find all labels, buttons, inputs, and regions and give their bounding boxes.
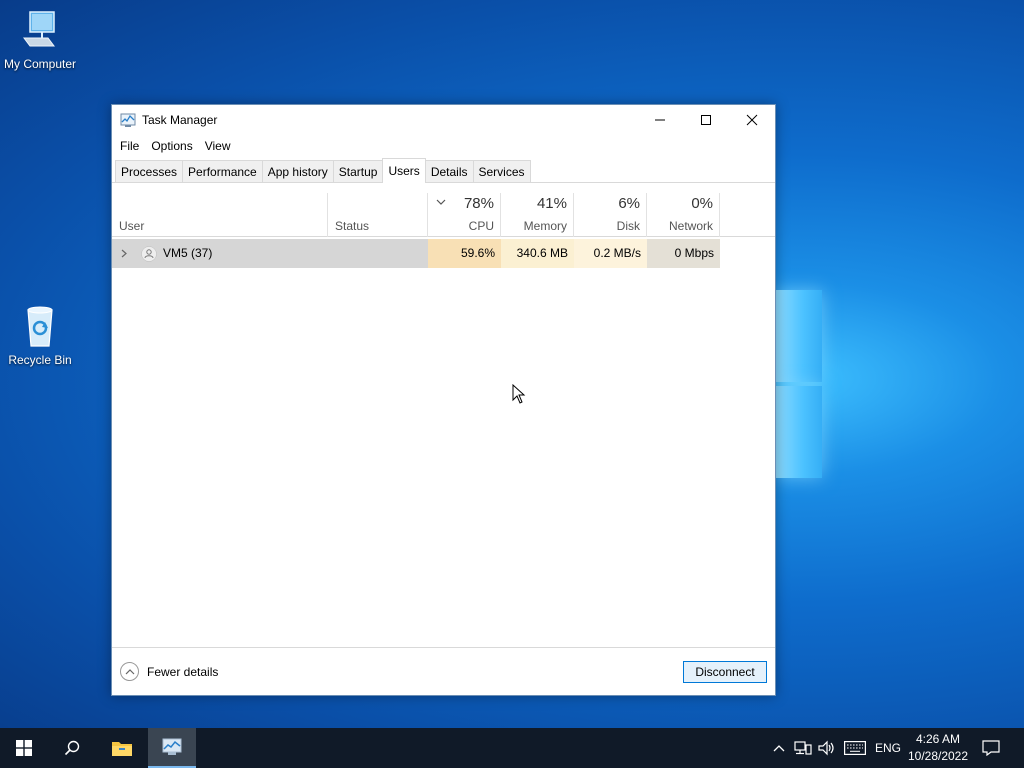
- column-label: Status: [335, 219, 370, 233]
- tab-app-history[interactable]: App history: [261, 160, 334, 182]
- windows-logo-wallpaper: [775, 290, 823, 480]
- disconnect-button[interactable]: Disconnect: [683, 661, 767, 683]
- column-label: User: [119, 219, 145, 233]
- sort-descending-icon: [436, 199, 446, 205]
- folder-icon: [112, 742, 132, 756]
- task-manager-window: Task Manager File Options View Processes…: [111, 104, 776, 696]
- clock-time: 4:26 AM: [915, 732, 961, 746]
- file-explorer-button[interactable]: [98, 728, 146, 768]
- minimize-button[interactable]: [637, 105, 683, 135]
- column-label: Memory: [523, 219, 567, 233]
- computer-icon: [23, 11, 55, 47]
- tab-services[interactable]: Services: [472, 160, 531, 182]
- notification-icon: [982, 740, 1000, 756]
- search-button[interactable]: [48, 728, 96, 768]
- search-icon: [64, 740, 80, 756]
- user-avatar-icon: [141, 246, 157, 262]
- desktop-icon-my-computer[interactable]: My Computer: [0, 8, 80, 71]
- recycle-bin-icon: [27, 306, 53, 347]
- menu-options[interactable]: Options: [145, 139, 198, 153]
- column-label: Network: [668, 219, 713, 233]
- maximize-icon: [701, 115, 711, 125]
- user-name: VM5 (37): [163, 246, 213, 260]
- task-manager-taskbar-button[interactable]: [148, 728, 196, 768]
- fewer-details-toggle[interactable]: Fewer details: [120, 662, 218, 681]
- column-label: CPU: [468, 219, 494, 233]
- mouse-cursor-icon: [512, 384, 526, 404]
- users-table: User Status 78% CPU 41% Memory 6% Disk 0…: [112, 183, 775, 647]
- expand-chevron-icon[interactable]: [121, 249, 127, 258]
- column-header-disk[interactable]: 6% Disk: [574, 193, 647, 237]
- volume-tray-button[interactable]: [816, 728, 838, 768]
- cpu-total: 78%: [463, 195, 494, 212]
- title-bar[interactable]: Task Manager: [112, 105, 775, 135]
- close-icon: [746, 114, 758, 126]
- fewer-details-label: Fewer details: [147, 664, 219, 679]
- taskbar: ENG 4:26 AM 10/28/2022: [0, 728, 1024, 768]
- network-total: 0%: [691, 195, 713, 212]
- cpu-cell: 59.6%: [428, 239, 501, 268]
- chevron-up-icon: [773, 745, 785, 752]
- column-header-status[interactable]: Status: [328, 193, 428, 237]
- tab-startup[interactable]: Startup: [332, 160, 384, 182]
- column-label: Disk: [616, 219, 640, 233]
- windows-start-icon: [16, 740, 32, 756]
- column-header-cpu[interactable]: 78% CPU: [428, 193, 501, 237]
- menu-bar: File Options View: [112, 135, 775, 157]
- window-title: Task Manager: [142, 113, 218, 127]
- chevron-up-icon: [120, 662, 139, 681]
- column-header-user[interactable]: User: [112, 193, 328, 237]
- footer-bar: Fewer details Disconnect: [112, 647, 775, 695]
- clock-date: 10/28/2022: [907, 749, 969, 763]
- start-button[interactable]: [0, 728, 48, 768]
- memory-cell: 340.6 MB: [501, 239, 574, 268]
- status-cell: [328, 239, 428, 268]
- task-manager-icon: [162, 738, 182, 755]
- show-hidden-icons-button[interactable]: [770, 728, 788, 768]
- task-manager-icon: [120, 113, 136, 127]
- table-header: User Status 78% CPU 41% Memory 6% Disk 0…: [112, 183, 775, 237]
- tab-details[interactable]: Details: [424, 160, 474, 182]
- desktop-icon-label: My Computer: [3, 57, 77, 71]
- column-header-network[interactable]: 0% Network: [647, 193, 720, 237]
- network-cell: 0 Mbps: [647, 239, 720, 268]
- tab-processes[interactable]: Processes: [115, 160, 184, 182]
- menu-file[interactable]: File: [114, 139, 145, 153]
- taskbar-clock[interactable]: 4:26 AM 10/28/2022: [900, 731, 976, 765]
- keyboard-icon: [844, 741, 866, 755]
- minimize-icon: [655, 119, 665, 121]
- maximize-button[interactable]: [683, 105, 729, 135]
- touch-keyboard-button[interactable]: [842, 728, 868, 768]
- desktop-icon-recycle-bin[interactable]: Recycle Bin: [0, 304, 80, 367]
- network-icon: [794, 741, 812, 755]
- action-center-button[interactable]: [978, 728, 1004, 768]
- network-tray-button[interactable]: [792, 728, 814, 768]
- menu-view[interactable]: View: [199, 139, 237, 153]
- tab-users[interactable]: Users: [382, 158, 426, 183]
- tab-performance[interactable]: Performance: [182, 160, 263, 182]
- memory-total: 41%: [536, 195, 567, 212]
- close-button[interactable]: [729, 105, 775, 135]
- table-row[interactable]: VM5 (37) 59.6% 340.6 MB 0.2 MB/s 0 Mbps: [112, 239, 720, 268]
- desktop-icon-label: Recycle Bin: [8, 353, 72, 367]
- disk-cell: 0.2 MB/s: [574, 239, 647, 268]
- disk-total: 6%: [618, 195, 640, 212]
- column-header-memory[interactable]: 41% Memory: [501, 193, 574, 237]
- volume-icon: [818, 740, 834, 756]
- tab-strip: Processes Performance App history Startu…: [112, 157, 775, 183]
